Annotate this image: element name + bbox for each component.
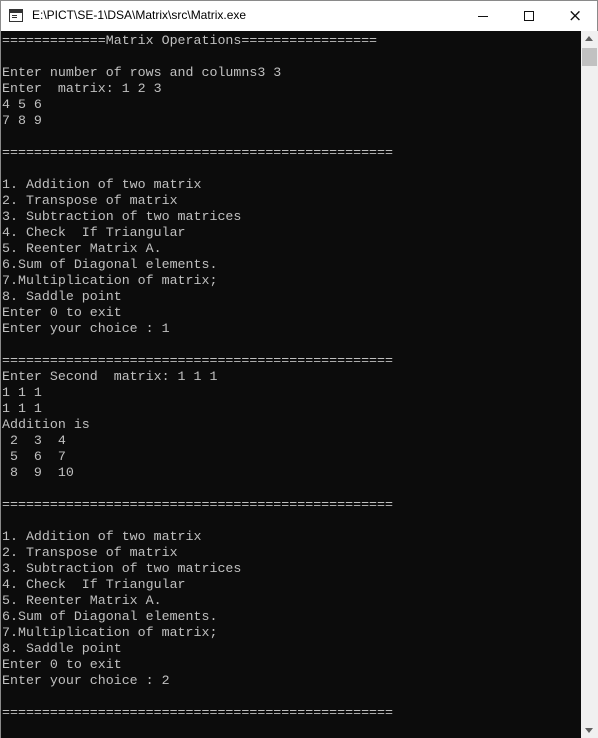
console-line: 1. Addition of two matrix <box>2 529 202 544</box>
scrollbar-thumb[interactable] <box>582 48 597 66</box>
console-line: 7 8 9 <box>2 113 42 128</box>
console-line: 8. Saddle point <box>2 641 122 656</box>
console-line: 7.Multiplication of matrix; <box>2 625 218 640</box>
window-title: E:\PICT\SE-1\DSA\Matrix\src\Matrix.exe <box>32 8 247 22</box>
scroll-up-arrow-icon[interactable] <box>585 36 593 41</box>
console-output[interactable]: =============Matrix Operations==========… <box>1 31 581 738</box>
console-line: Addition is <box>2 417 90 432</box>
console-line: 1. Addition of two matrix <box>2 177 202 192</box>
minimize-button[interactable] <box>460 1 506 31</box>
console-line: ========================================… <box>2 145 393 160</box>
console-line: 4. Check If Triangular <box>2 577 186 592</box>
console-line: 5. Reenter Matrix A. <box>2 241 162 256</box>
minimize-icon <box>478 16 488 17</box>
console-line: Enter Second matrix: 1 1 1 <box>2 369 218 384</box>
console-line: 4 5 6 <box>2 97 42 112</box>
console-line: 6.Sum of Diagonal elements. <box>2 609 218 624</box>
console-line: Enter your choice : 2 <box>2 673 170 688</box>
console-line: 4. Check If Triangular <box>2 225 186 240</box>
close-icon: × <box>568 6 583 26</box>
console-line: Enter 0 to exit <box>2 657 122 672</box>
maximize-icon <box>524 11 534 21</box>
close-button[interactable]: × <box>551 1 597 31</box>
console-line: Enter number of rows and columns3 3 <box>2 65 282 80</box>
console-line: 5 6 7 <box>2 449 66 464</box>
console-line: 2 3 4 <box>2 433 66 448</box>
maximize-button[interactable] <box>506 1 552 31</box>
console-line: 3. Subtraction of two matrices <box>2 561 242 576</box>
console-app-icon <box>9 9 23 22</box>
console-line: Enter 0 to exit <box>2 305 122 320</box>
console-line: 3. Subtraction of two matrices <box>2 209 242 224</box>
console-line: 1 1 1 <box>2 401 42 416</box>
console-line: ========================================… <box>2 705 393 720</box>
console-line: ========================================… <box>2 497 393 512</box>
console-line: =============Matrix Operations==========… <box>2 33 378 48</box>
vertical-scrollbar[interactable] <box>581 31 598 738</box>
console-line: 1 1 1 <box>2 385 42 400</box>
console-window: E:\PICT\SE-1\DSA\Matrix\src\Matrix.exe ×… <box>0 0 598 738</box>
console-line: 8. Saddle point <box>2 289 122 304</box>
console-line: 6.Sum of Diagonal elements. <box>2 257 218 272</box>
console-line: ========================================… <box>2 353 393 368</box>
console-line: Enter matrix: 1 2 3 <box>2 81 162 96</box>
console-line: 2. Transpose of matrix <box>2 545 178 560</box>
console-line: 5. Reenter Matrix A. <box>2 593 162 608</box>
scroll-down-arrow-icon[interactable] <box>585 728 593 733</box>
console-line: Enter your choice : 1 <box>2 321 170 336</box>
console-line: 8 9 10 <box>2 465 74 480</box>
console-line: 2. Transpose of matrix <box>2 193 178 208</box>
title-bar[interactable]: E:\PICT\SE-1\DSA\Matrix\src\Matrix.exe × <box>1 1 597 31</box>
console-line: 7.Multiplication of matrix; <box>2 273 218 288</box>
